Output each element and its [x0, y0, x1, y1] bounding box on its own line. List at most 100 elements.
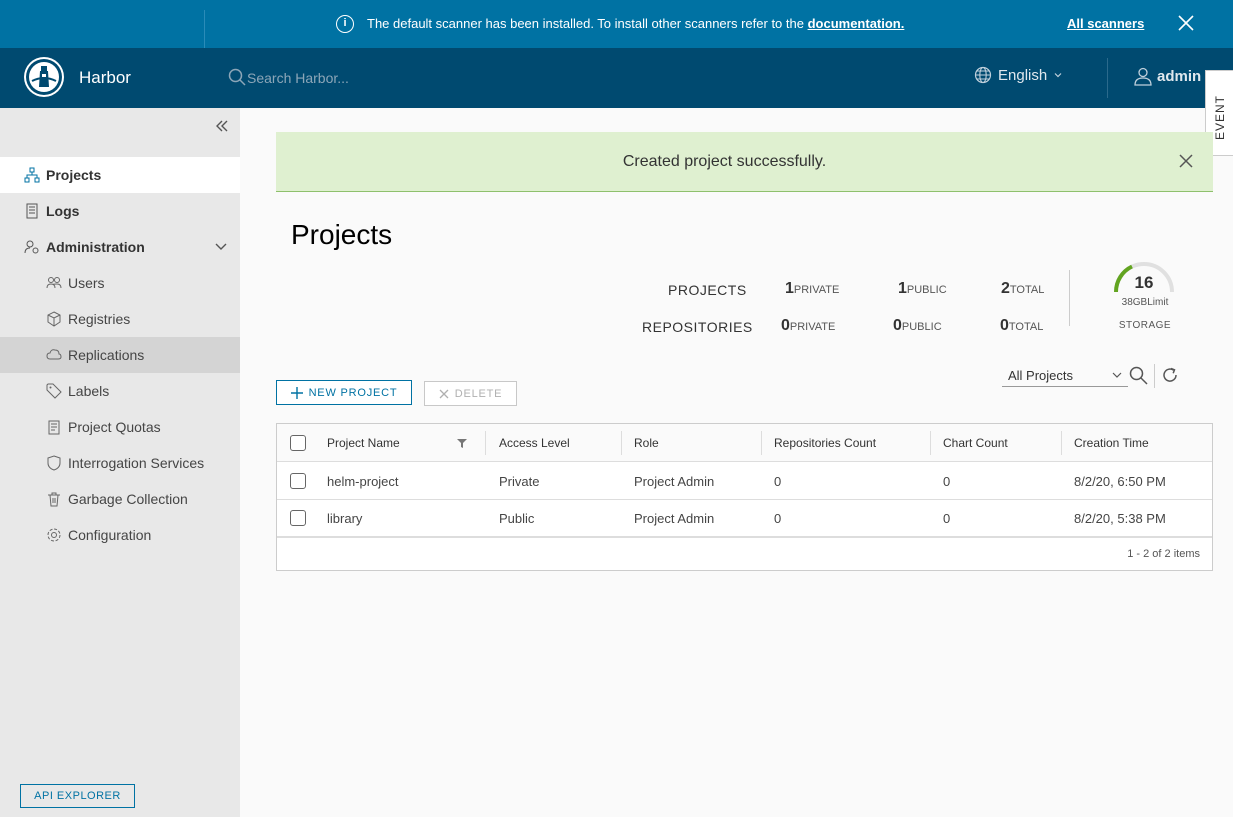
search-icon[interactable]	[1129, 366, 1148, 385]
stat-suffix: TOTAL	[1009, 284, 1045, 296]
sidebar-item-label: Projects	[46, 167, 102, 183]
column-project-name[interactable]: Project Name	[327, 436, 400, 450]
sidebar-item-label: Garbage Collection	[68, 491, 188, 507]
language-label: English	[998, 66, 1048, 84]
sidebar-item-labels[interactable]: Labels	[0, 373, 240, 409]
globe-icon	[974, 66, 992, 84]
repositories-private-stat: 0PRIVATE	[781, 317, 835, 335]
user-menu[interactable]: admin	[1133, 66, 1201, 86]
access-level-cell: Private	[499, 474, 540, 489]
sidebar-item-label: Project Quotas	[68, 419, 161, 435]
repositories-total-stat: 0TOTAL	[1000, 317, 1043, 335]
sidebar-item-projects[interactable]: Projects	[0, 157, 240, 193]
close-icon	[439, 389, 449, 398]
language-selector[interactable]: English	[974, 66, 1063, 84]
filter-icon[interactable]	[457, 438, 467, 448]
repositories-count-cell: 0	[774, 474, 782, 489]
select-all-checkbox[interactable]	[290, 435, 306, 451]
stat-suffix: PUBLIC	[901, 321, 942, 333]
administration-icon	[24, 240, 39, 254]
project-name-link[interactable]: helm-project	[327, 474, 399, 489]
stat-value: 0	[781, 317, 790, 334]
column-separator	[1061, 431, 1062, 455]
sidebar-item-garbage-collection[interactable]: Garbage Collection	[0, 481, 240, 517]
sidebar-item-logs[interactable]: Logs	[0, 193, 240, 229]
stat-value: 1	[898, 280, 907, 297]
garbage-collection-icon	[48, 492, 60, 507]
repositories-count-cell: 0	[774, 511, 782, 526]
sidebar-item-users[interactable]: Users	[0, 265, 240, 301]
project-name-link[interactable]: library	[327, 511, 362, 526]
app-header: Harbor English admin	[0, 48, 1233, 108]
chevron-down-icon[interactable]	[215, 242, 227, 252]
repositories-public-stat: 0PUBLIC	[893, 317, 942, 335]
sidebar: Projects Logs Administration Users Regis…	[0, 108, 240, 817]
interrogation-services-icon	[47, 455, 61, 471]
storage-value: 16	[1134, 273, 1154, 292]
row-checkbox[interactable]	[290, 510, 306, 526]
sidebar-item-label: Interrogation Services	[68, 455, 205, 471]
registries-icon	[47, 311, 61, 327]
pagination-count: 1 - 2 of 2 items	[1127, 548, 1200, 560]
collapse-sidebar-icon[interactable]	[214, 118, 230, 134]
column-role[interactable]: Role	[634, 436, 659, 450]
new-project-button[interactable]: NEW PROJECT	[276, 380, 412, 405]
logs-icon	[26, 203, 38, 219]
app-title[interactable]: Harbor	[79, 68, 131, 88]
projects-table: Project Name Access Level Role Repositor…	[276, 423, 1213, 571]
sidebar-item-replications[interactable]: Replications	[0, 337, 240, 373]
sidebar-item-configuration[interactable]: Configuration	[0, 517, 240, 553]
stat-suffix: TOTAL	[1008, 321, 1044, 333]
filter-value: All Projects	[1008, 368, 1074, 383]
projects-icon	[24, 167, 40, 183]
harbor-logo-icon[interactable]	[24, 57, 64, 97]
column-chart-count[interactable]: Chart Count	[943, 436, 1008, 450]
row-checkbox[interactable]	[290, 473, 306, 489]
new-project-label: NEW PROJECT	[308, 386, 398, 399]
delete-button[interactable]: DELETE	[424, 381, 517, 406]
stat-suffix: PUBLIC	[906, 284, 947, 296]
chart-count-cell: 0	[943, 474, 951, 489]
all-scanners-link[interactable]: All scanners	[1067, 16, 1144, 31]
delete-label: DELETE	[454, 387, 503, 400]
alert-message: Created project successfully.	[622, 153, 827, 170]
banner-text: The default scanner has been installed. …	[367, 16, 808, 31]
column-separator	[930, 431, 931, 455]
sidebar-item-project-quotas[interactable]: Project Quotas	[0, 409, 240, 445]
creation-time-cell: 8/2/20, 5:38 PM	[1074, 511, 1166, 526]
storage-label: STORAGE	[1118, 320, 1172, 331]
close-icon[interactable]	[1177, 14, 1195, 32]
creation-time-cell: 8/2/20, 6:50 PM	[1074, 474, 1166, 489]
user-name: admin	[1157, 67, 1202, 85]
scanner-banner: i The default scanner has been installed…	[0, 0, 1233, 48]
plus-icon	[290, 386, 303, 399]
chevron-down-icon	[1054, 73, 1062, 78]
event-tab-label: EVENT	[1213, 94, 1227, 140]
project-filter-select[interactable]: All Projects	[1002, 365, 1128, 387]
column-separator	[485, 431, 486, 455]
access-level-cell: Public	[499, 511, 535, 526]
refresh-icon[interactable]	[1161, 366, 1179, 384]
configuration-icon	[47, 528, 61, 542]
column-separator	[621, 431, 622, 455]
api-explorer-button[interactable]: API EXPLORER	[20, 784, 135, 808]
stat-value: 2	[1001, 280, 1010, 297]
page-title: Projects	[291, 219, 393, 250]
column-repositories-count[interactable]: Repositories Count	[774, 436, 876, 450]
chart-count-cell: 0	[943, 511, 951, 526]
users-icon	[46, 277, 62, 289]
stat-suffix: PRIVATE	[793, 284, 840, 296]
documentation-link[interactable]: documentation.	[808, 16, 905, 31]
column-creation-time[interactable]: Creation Time	[1074, 436, 1149, 450]
stat-value: 0	[1000, 317, 1009, 334]
projects-stat-label: PROJECTS	[668, 282, 747, 298]
repositories-stat-label: REPOSITORIES	[642, 319, 753, 335]
search-input[interactable]	[247, 67, 547, 89]
close-icon[interactable]	[1178, 153, 1194, 169]
sidebar-item-administration[interactable]: Administration	[0, 229, 240, 265]
stat-value: 0	[893, 317, 902, 334]
sidebar-item-registries[interactable]: Registries	[0, 301, 240, 337]
search-icon	[228, 68, 246, 86]
column-access-level[interactable]: Access Level	[499, 436, 570, 450]
sidebar-item-interrogation-services[interactable]: Interrogation Services	[0, 445, 240, 481]
